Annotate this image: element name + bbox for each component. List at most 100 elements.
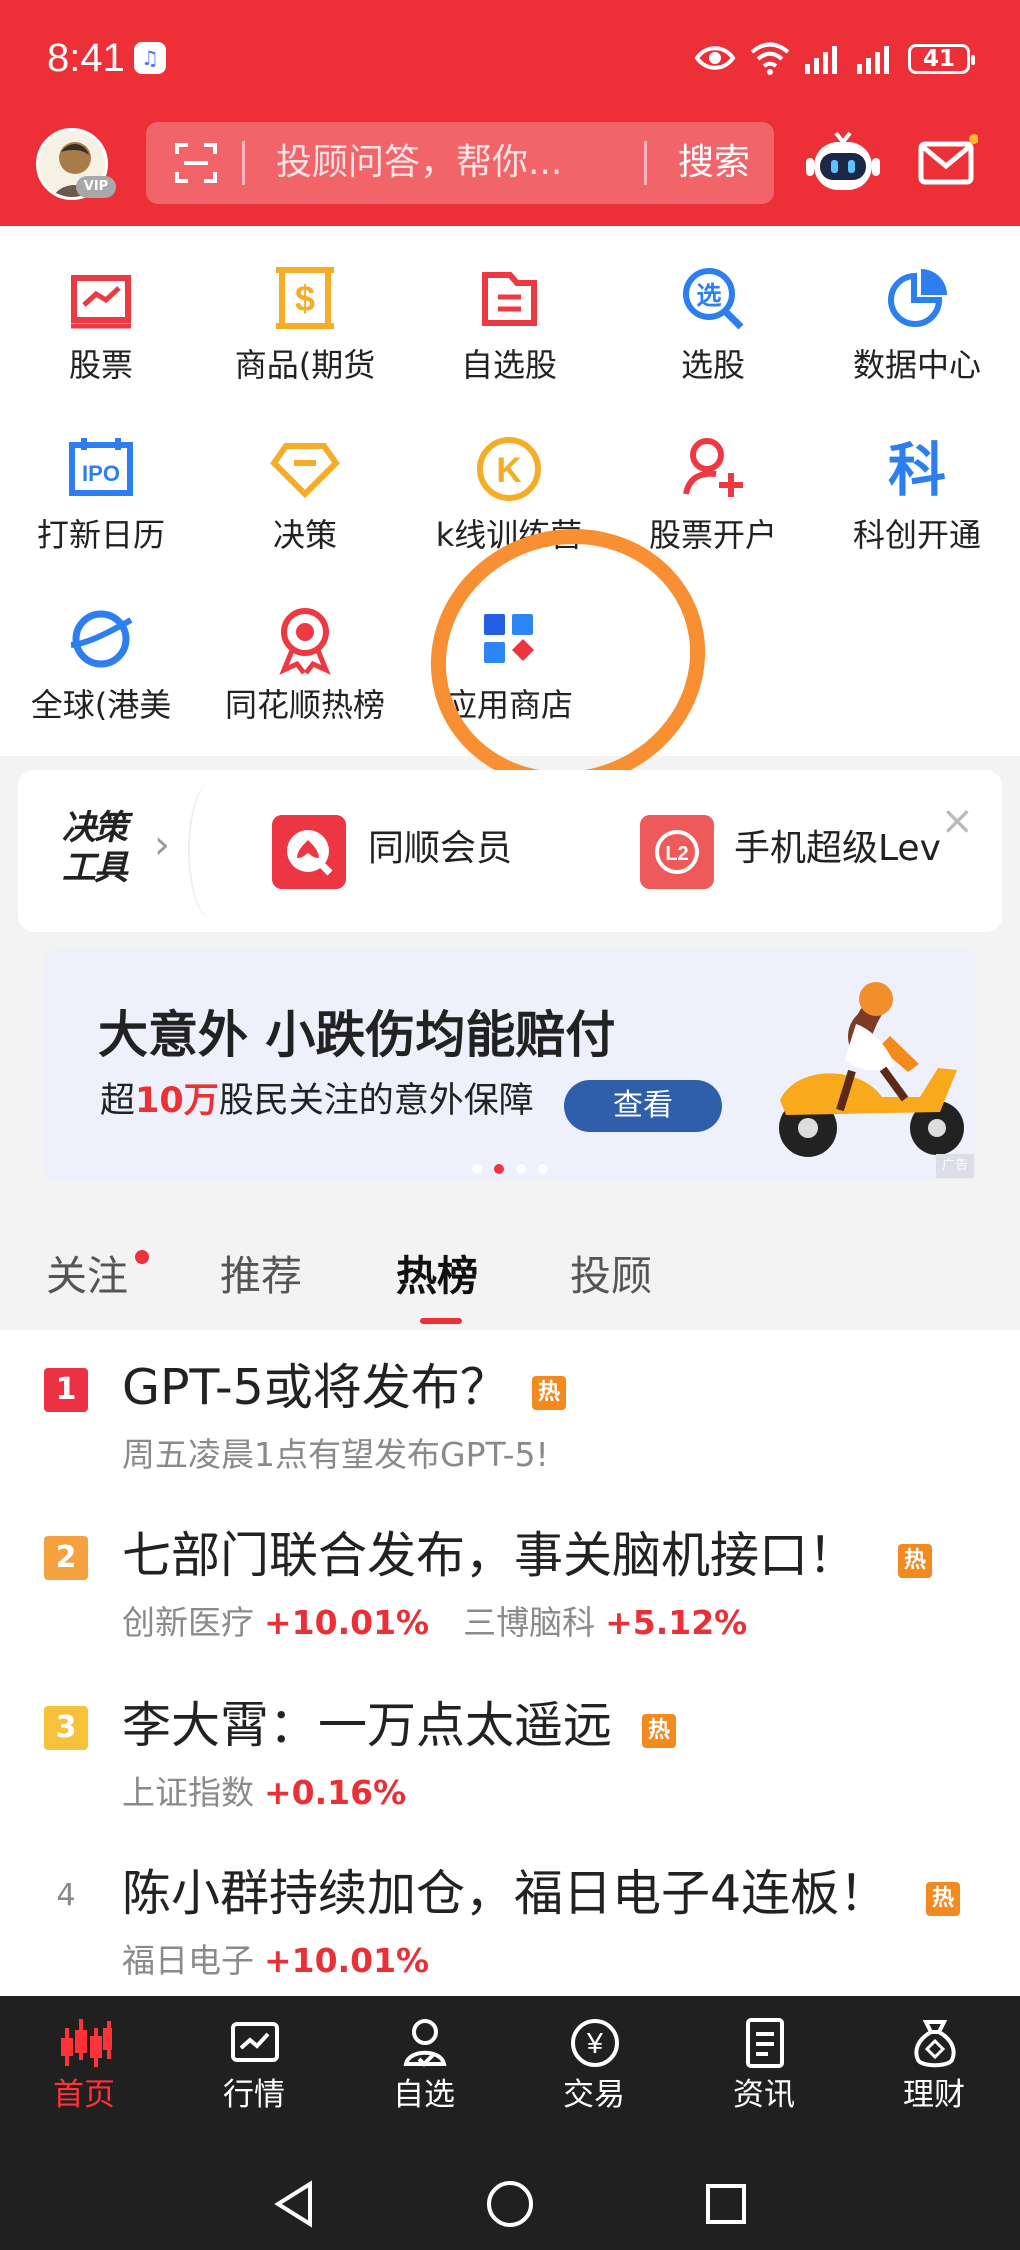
recent-apps-square-icon[interactable] [700, 2178, 752, 2230]
insurance-ad-banner[interactable]: 大意外 小跌伤均能赔付 超10万股民关注的意外保障 查看 广告 [44, 950, 976, 1180]
quick-menu-label: 决策 [272, 516, 337, 554]
hot-list: 1 GPT-5或将发布？ 热 周五凌晨1点有望发布GPT-5! 2 七部门联合发… [0, 1330, 1020, 1996]
hot-list-item[interactable]: 1 GPT-5或将发布？ 热 周五凌晨1点有望发布GPT-5! [0, 1330, 1020, 1490]
stock-chart-icon [71, 275, 131, 329]
quick-menu-label: 股票 [68, 346, 133, 384]
quick-menu-item[interactable]: 股票开户 [618, 406, 808, 556]
hot-badge: 热 [926, 1882, 960, 1916]
status-time: 8:41 [47, 36, 125, 80]
hot-list-metrics: 福日电子 +10.01% [122, 1938, 463, 1984]
quick-menu-label: 选股 [680, 346, 745, 384]
pagination-dot [538, 1164, 548, 1174]
eye-icon [694, 46, 736, 70]
decision-divider [188, 780, 238, 920]
nav-watchlist[interactable]: 自选 [364, 2016, 484, 2126]
nav-trade[interactable]: ¥ 交易 [534, 2016, 654, 2126]
svg-text:L2: L2 [665, 843, 688, 865]
search-divider [644, 141, 647, 185]
quick-menu-item[interactable]: 全球(港美 [6, 576, 196, 726]
candlestick-home-icon [61, 2019, 112, 2067]
hot-list-title[interactable]: 陈小群持续加仓，福日电子4连板！ [122, 1862, 888, 1926]
hot-badge: 热 [642, 1714, 676, 1748]
quick-menu-item[interactable]: $ 商品(期货 [210, 236, 400, 386]
banner-subtitle-prefix: 超 [100, 1081, 136, 1121]
feed-tabs: 关注 推荐 热榜 投顾 [0, 1200, 1020, 1324]
watchlist-folder-icon [482, 272, 537, 326]
banner-title: 大意外 小跌伤均能赔付 [98, 1006, 616, 1064]
quick-menu-item[interactable]: 决策 [210, 406, 400, 556]
view-button[interactable]: 查看 [564, 1080, 722, 1132]
mail-icon[interactable] [916, 134, 978, 192]
ad-label: 广告 [936, 1154, 974, 1178]
svg-text:IPO: IPO [82, 461, 120, 486]
bottom-navigation: 首页 行情 自选 ¥ 交易 资讯 理财 [0, 1996, 1020, 2250]
nav-label: 行情 [223, 2077, 285, 2113]
home-circle-icon[interactable] [484, 2178, 536, 2230]
quick-menu-item[interactable]: 自选股 [414, 236, 604, 386]
tab-hot-list[interactable]: 热榜 [396, 1246, 478, 1306]
search-input[interactable]: 投顾问答，帮你... [276, 136, 706, 190]
tab-advisor[interactable]: 投顾 [570, 1246, 652, 1306]
nav-market[interactable]: 行情 [194, 2016, 314, 2126]
decision-tools-title: 决策 工具 [62, 808, 128, 888]
pagination-dot [516, 1164, 526, 1174]
hot-list-title[interactable]: GPT-5或将发布？ [122, 1356, 509, 1420]
back-triangle-icon[interactable] [268, 2178, 320, 2230]
signal-icon [805, 46, 837, 74]
rank-badge: 3 [44, 1706, 88, 1750]
svg-text:$: $ [295, 278, 315, 319]
hot-list-title[interactable]: 李大霄：一万点太遥远 [122, 1694, 612, 1758]
metric-name[interactable]: 福日电子 [122, 1941, 254, 1980]
metric-name[interactable]: 创新医疗 [122, 1603, 254, 1642]
hot-list-item[interactable]: 3 李大霄：一万点太遥远 热 上证指数 +0.16% [0, 1668, 1020, 1828]
account-opening-icon [683, 438, 743, 497]
level2-icon[interactable]: L2 [640, 815, 714, 889]
metric-name[interactable]: 三博脑科 [463, 1603, 595, 1642]
system-status-icons: 41 [670, 36, 975, 80]
notification-dot [135, 1250, 149, 1264]
quick-menu-item[interactable]: IPO 打新日历 [6, 406, 196, 556]
kline-training-icon: K [477, 437, 541, 501]
tab-follow[interactable]: 关注 [46, 1246, 128, 1306]
metric-name[interactable]: 上证指数 [122, 1773, 254, 1812]
metric-value: +5.12% [605, 1603, 748, 1642]
tab-recommend[interactable]: 推荐 [220, 1246, 302, 1306]
quick-menu-item[interactable]: 科 科创开通 [822, 406, 1012, 556]
member-icon[interactable] [272, 815, 346, 889]
hot-list-title[interactable]: 七部门联合发布，事关脑机接口！ [122, 1524, 857, 1588]
close-icon[interactable]: × [940, 798, 974, 844]
quick-menu-item[interactable]: 同花顺热榜 [210, 576, 400, 726]
banner-pagination [472, 1162, 572, 1174]
nav-label: 交易 [563, 2077, 625, 2113]
nav-news[interactable]: 资讯 [704, 2016, 824, 2126]
signal-icon [857, 46, 889, 74]
quick-menu-item[interactable]: 数据中心 [822, 236, 1012, 386]
rank-badge: 1 [44, 1368, 88, 1412]
nav-label: 自选 [393, 2077, 455, 2113]
quick-menu-item[interactable]: 股票 [6, 236, 196, 386]
nav-label: 理财 [903, 2077, 965, 2113]
search-bar[interactable]: 投顾问答，帮你... 搜索 [146, 122, 774, 204]
quick-menu-label: 全球(港美 [30, 686, 172, 724]
chevron-right-icon[interactable]: › [154, 822, 170, 868]
hot-badge: 热 [898, 1544, 932, 1578]
hot-list-item[interactable]: 4 陈小群持续加仓，福日电子4连板！ 热 福日电子 +10.01% [0, 1836, 1020, 1996]
scan-icon[interactable] [174, 142, 218, 184]
nav-wealth[interactable]: 理财 [874, 2016, 994, 2126]
quick-menu-label: 商品(期货 [234, 346, 376, 384]
system-navigation-bar [0, 2154, 1020, 2250]
member-label[interactable]: 同顺会员 [368, 822, 512, 876]
quick-menu-label: 数据中心 [852, 346, 981, 384]
search-button[interactable]: 搜索 [678, 136, 750, 190]
metric-value: +10.01% [264, 1603, 430, 1642]
nav-home[interactable]: 首页 [24, 2016, 144, 2126]
svg-text:选: 选 [696, 281, 721, 310]
hot-list-item[interactable]: 2 七部门联合发布，事关脑机接口！ 热 创新医疗 +10.01% 三博脑科 +5.12… [0, 1498, 1020, 1658]
vip-badge: VIP [76, 176, 116, 198]
wifi-icon [750, 42, 790, 75]
rank-number: 4 [56, 1878, 76, 1913]
app-screen: 8:41 ♫ 41 VIP 投顾问答，帮你... 搜索 股票 $ 商品(期货 自… [0, 0, 1020, 2250]
quick-menu-item[interactable]: 选 选股 [618, 236, 808, 386]
robot-assistant-icon[interactable] [806, 128, 880, 198]
wealth-bag-icon [914, 2020, 956, 2068]
